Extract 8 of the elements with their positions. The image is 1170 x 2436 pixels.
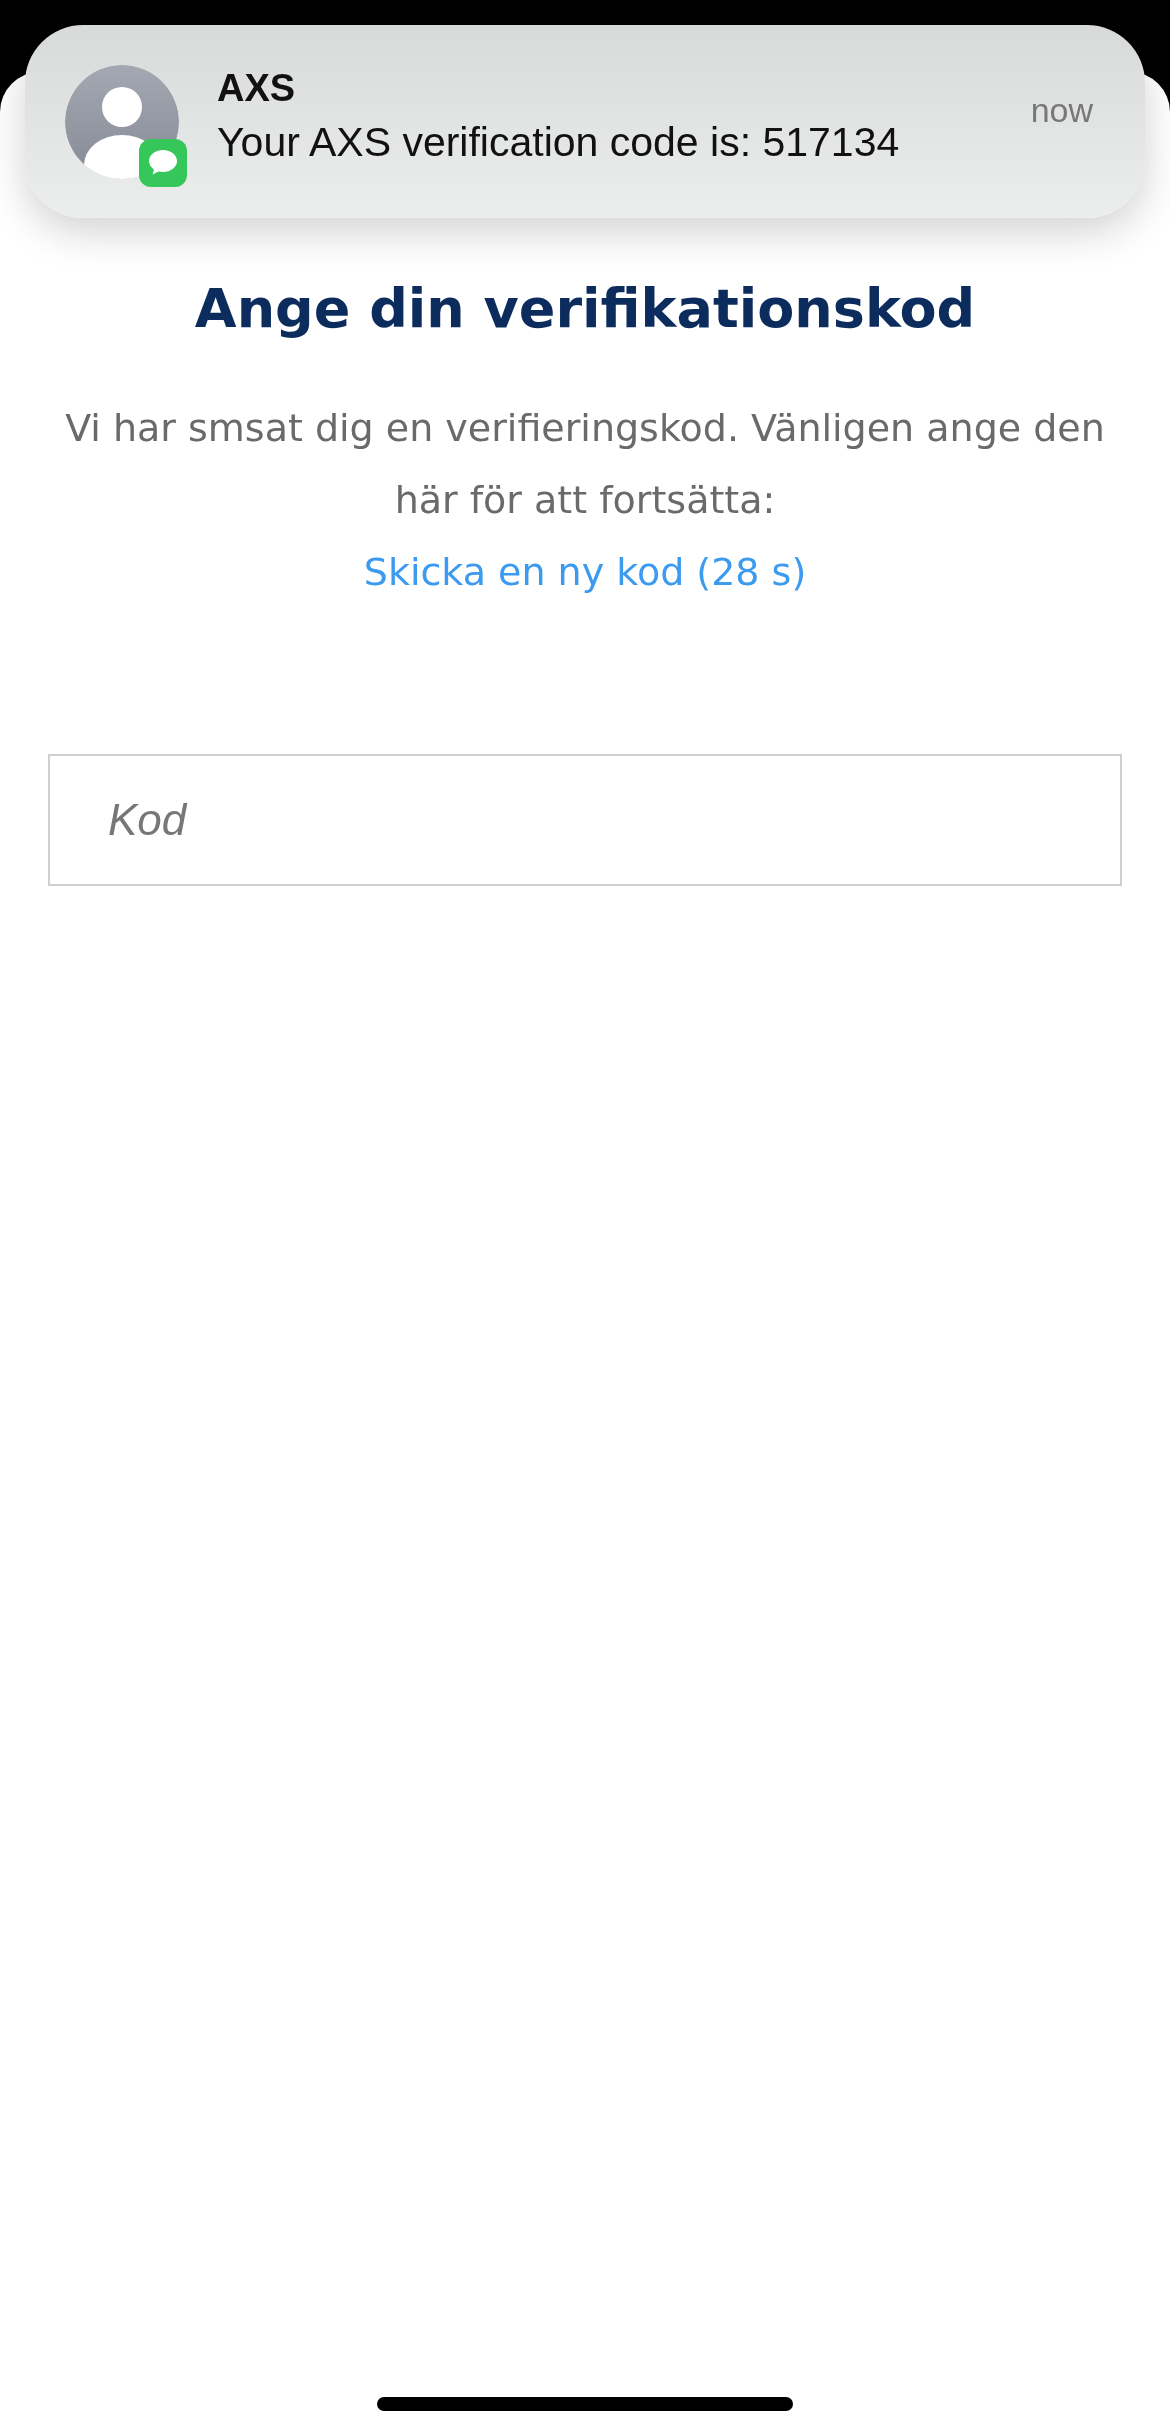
notification-time: now — [1030, 91, 1093, 130]
code-input-field[interactable]: Kod — [48, 754, 1122, 886]
notification-sender: AXS — [217, 66, 297, 111]
messages-app-icon — [139, 139, 187, 187]
notification-banner[interactable]: AXS Your AXS verification code is: 517134 now — [25, 25, 1145, 218]
instructions-text: Vi har smsat dig en verifieringskod. Vänligen ange den här för att fortsätta: — [65, 405, 1105, 524]
page-title: Ange din verifikationskod — [194, 277, 976, 340]
notification-message: Your AXS verification code is: 517134 — [217, 118, 901, 167]
